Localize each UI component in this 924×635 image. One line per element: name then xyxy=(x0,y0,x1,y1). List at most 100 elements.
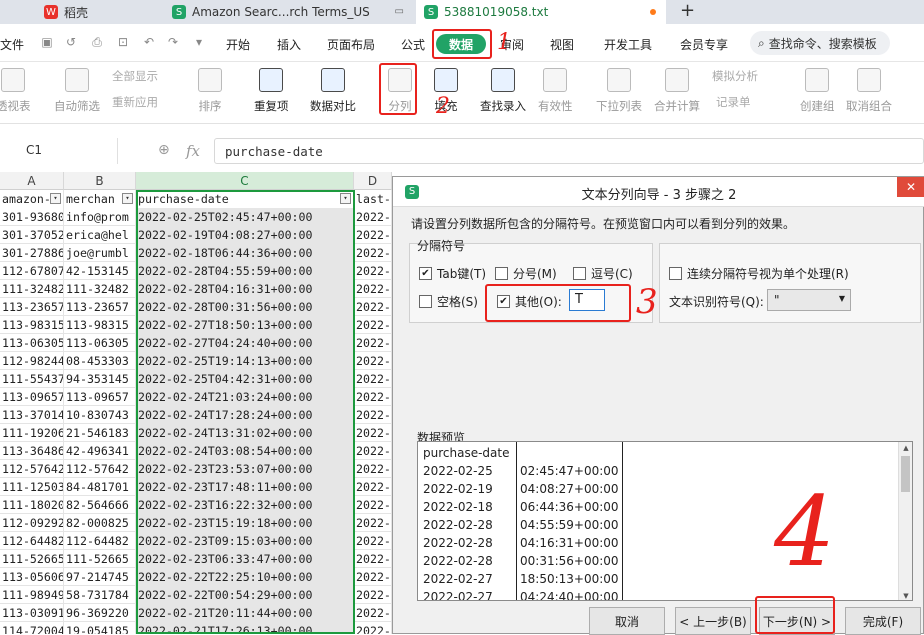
table-cell[interactable]: 2022-02-19T04:08:27+00:00 xyxy=(136,226,354,244)
preview-scrollbar[interactable]: ▲ ▼ xyxy=(898,442,912,600)
table-cell[interactable]: 2022-02-28T00:31:56+00:00 xyxy=(136,298,354,316)
semicolon-checkbox[interactable]: 分号(M) xyxy=(495,265,557,282)
table-cell[interactable]: 2022- xyxy=(354,208,392,226)
column-header-b[interactable]: B xyxy=(64,172,136,190)
table-cell[interactable]: 2022- xyxy=(354,316,392,334)
table-cell[interactable]: 113-23657 xyxy=(64,298,136,316)
table-cell[interactable]: 2022-02-21T17:26:13+00:00 xyxy=(136,622,354,634)
table-cell[interactable]: 2022- xyxy=(354,370,392,388)
show-all-button[interactable]: 全部显示 xyxy=(112,68,158,84)
table-cell[interactable]: 97-214745 xyxy=(64,568,136,586)
other-checkbox[interactable]: ✔ 其他(O): xyxy=(497,293,562,310)
table-cell[interactable]: 2022-02-25T19:14:13+00:00 xyxy=(136,352,354,370)
table-cell[interactable]: 113-23657 xyxy=(0,298,64,316)
table-cell[interactable]: 2022- xyxy=(354,514,392,532)
table-cell[interactable]: 113-06305 xyxy=(64,334,136,352)
table-cell[interactable]: 2022-02-23T06:33:47+00:00 xyxy=(136,550,354,568)
menu-data[interactable]: 数据 xyxy=(436,34,486,54)
qualifier-select[interactable]: " ▼ xyxy=(767,289,851,311)
data-compare-button[interactable]: 数据对比 xyxy=(310,68,356,114)
table-cell[interactable]: 42-153145 xyxy=(64,262,136,280)
table-cell[interactable]: 2022-02-24T17:28:24+00:00 xyxy=(136,406,354,424)
sort-button[interactable]: 排序 xyxy=(198,68,222,114)
table-cell[interactable]: 111-18020 xyxy=(0,496,64,514)
table-cell[interactable]: 2022- xyxy=(354,388,392,406)
table-cell[interactable]: 2022-02-23T09:15:03+00:00 xyxy=(136,532,354,550)
table-cell[interactable]: 96-369220 xyxy=(64,604,136,622)
table-cell[interactable]: 2022- xyxy=(354,424,392,442)
table-cell[interactable]: 2022- xyxy=(354,442,392,460)
export-icon[interactable]: ↺ xyxy=(64,35,78,49)
table-cell[interactable]: 301-27886 xyxy=(0,244,64,262)
column-header-d[interactable]: D xyxy=(354,172,392,190)
group-button[interactable]: 创建组 xyxy=(800,68,835,114)
scroll-down-icon[interactable]: ▼ xyxy=(899,592,912,600)
table-cell[interactable]: 2022-02-18T06:44:36+00:00 xyxy=(136,244,354,262)
table-cell[interactable]: 2022-02-24T13:31:02+00:00 xyxy=(136,424,354,442)
table-cell[interactable]: 301-37052 xyxy=(0,226,64,244)
formula-input[interactable]: purchase-date xyxy=(214,138,924,164)
print-icon[interactable]: ⎙ xyxy=(90,35,104,49)
table-cell[interactable]: 2022- xyxy=(354,550,392,568)
table-cell[interactable]: 2022- xyxy=(354,478,392,496)
table-cell[interactable]: 2022-02-23T23:53:07+00:00 xyxy=(136,460,354,478)
table-cell[interactable]: 2022-02-25T02:45:47+00:00 xyxy=(136,208,354,226)
menu-file[interactable]: 文件 xyxy=(0,36,24,53)
back-button[interactable]: < 上一步(B) xyxy=(675,607,751,635)
table-cell[interactable]: 112-57642 xyxy=(64,460,136,478)
table-cell[interactable]: 2022- xyxy=(354,280,392,298)
column-header-a[interactable]: A xyxy=(0,172,64,190)
table-cell[interactable]: 82-564666 xyxy=(64,496,136,514)
table-cell[interactable]: 2022-02-27T18:50:13+00:00 xyxy=(136,316,354,334)
table-cell[interactable]: 21-546183 xyxy=(64,424,136,442)
table-cell[interactable]: 2022- xyxy=(354,334,392,352)
menu-review[interactable]: 审阅 xyxy=(500,36,524,53)
tab-docer[interactable]: W 稻壳 xyxy=(36,0,160,24)
table-cell[interactable]: 112-67807 xyxy=(0,262,64,280)
auto-filter-button[interactable]: 自动筛选 xyxy=(54,68,100,114)
table-cell[interactable]: 2022-02-25T04:42:31+00:00 xyxy=(136,370,354,388)
table-cell[interactable]: 111-32482 xyxy=(64,280,136,298)
table-cell[interactable]: 2022- xyxy=(354,352,392,370)
command-search[interactable]: ⌕ 查找命令、搜索模板 xyxy=(750,31,890,55)
other-delimiter-input[interactable]: T xyxy=(569,289,605,311)
fill-button[interactable]: 填充 xyxy=(434,68,458,114)
table-cell[interactable]: 113-03091 xyxy=(0,604,64,622)
table-cell[interactable]: 2022- xyxy=(354,568,392,586)
zoom-icon[interactable]: ⊕ xyxy=(158,142,170,158)
table-cell[interactable]: 58-731784 xyxy=(64,586,136,604)
menu-page-layout[interactable]: 页面布局 xyxy=(327,36,375,53)
table-cell[interactable]: 111-52665 xyxy=(0,550,64,568)
data-preview[interactable]: 2022-02-27 04:24:40+00:00 2022-02-27 18:50:… xyxy=(417,441,913,601)
scroll-thumb[interactable] xyxy=(901,456,910,492)
dropdown-list-button[interactable]: 下拉列表 xyxy=(596,68,642,114)
table-cell[interactable]: 113-09657 xyxy=(0,388,64,406)
table-cell[interactable]: 2022- xyxy=(354,586,392,604)
finish-button[interactable]: 完成(F) xyxy=(845,607,921,635)
table-cell[interactable]: 2022-02-21T20:11:44+00:00 xyxy=(136,604,354,622)
header-cell[interactable]: last- xyxy=(354,190,392,208)
table-cell[interactable]: 111-19206 xyxy=(0,424,64,442)
table-cell[interactable]: 113-98315 xyxy=(0,316,64,334)
tab-txt-file[interactable]: S 53881019058.txt xyxy=(416,0,666,24)
table-cell[interactable]: 112-09292 xyxy=(0,514,64,532)
header-cell[interactable]: amazon- ▾ xyxy=(0,190,64,208)
table-cell[interactable]: 2022- xyxy=(354,244,392,262)
table-cell[interactable]: 113-06305 xyxy=(0,334,64,352)
table-cell[interactable]: 10-830743 xyxy=(64,406,136,424)
lookup-entry-button[interactable]: 查找录入 xyxy=(480,68,526,114)
table-cell[interactable]: 301-93680 xyxy=(0,208,64,226)
ungroup-button[interactable]: 取消组合 xyxy=(846,68,892,114)
tab-amazon-search-terms[interactable]: S Amazon Searc...rch Terms_US ▭ xyxy=(164,0,412,24)
consecutive-checkbox[interactable]: 连续分隔符号视为单个处理(R) xyxy=(669,265,849,282)
table-cell[interactable]: 2022-02-24T21:03:24+00:00 xyxy=(136,388,354,406)
menu-view[interactable]: 视图 xyxy=(550,36,574,53)
table-cell[interactable]: 2022- xyxy=(354,532,392,550)
table-cell[interactable]: 2022- xyxy=(354,226,392,244)
table-cell[interactable]: 111-98949 xyxy=(0,586,64,604)
space-checkbox[interactable]: 空格(S) xyxy=(419,293,478,310)
table-cell[interactable]: 111-32482 xyxy=(0,280,64,298)
table-cell[interactable]: erica@hel xyxy=(64,226,136,244)
filter-dropdown-icon[interactable]: ▾ xyxy=(122,193,133,204)
header-cell[interactable]: merchan ▾ xyxy=(64,190,136,208)
